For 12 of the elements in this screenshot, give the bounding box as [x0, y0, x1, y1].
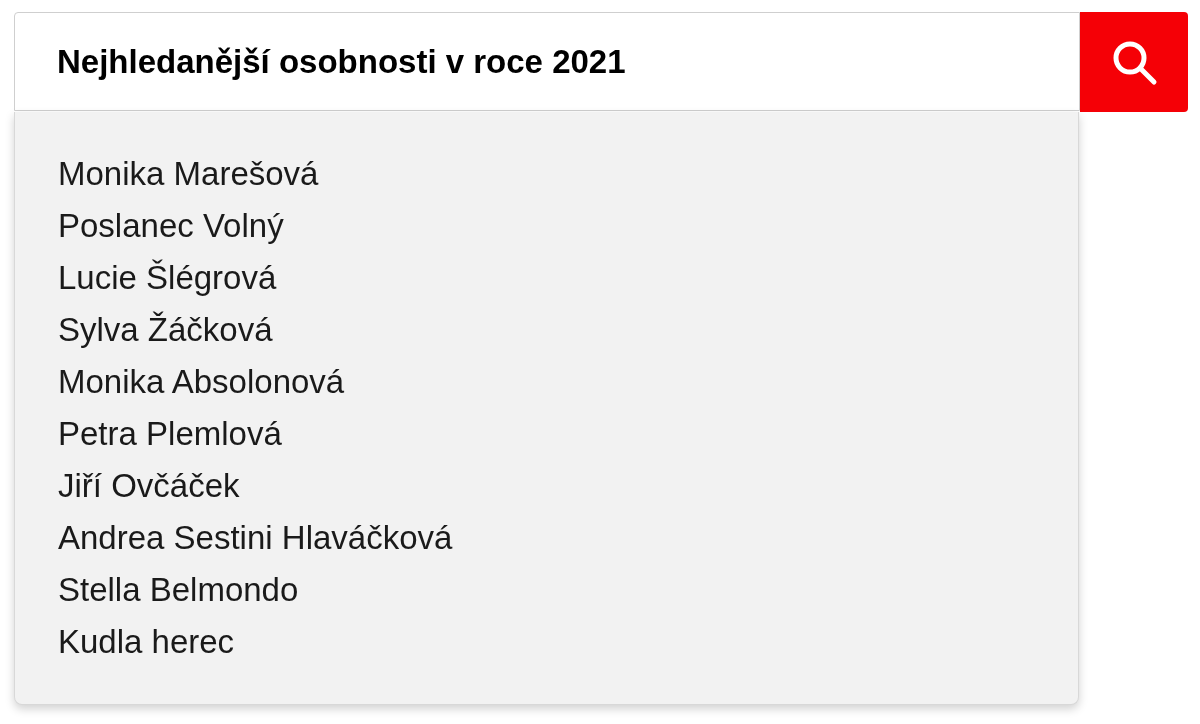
search-button[interactable] [1080, 12, 1188, 112]
suggestion-item[interactable]: Stella Belmondo [58, 564, 299, 616]
suggestion-item[interactable]: Monika Absolonová [58, 356, 345, 408]
suggestion-item[interactable]: Kudla herec [58, 616, 235, 668]
suggestion-item[interactable]: Poslanec Volný [58, 200, 284, 252]
suggestion-item[interactable]: Lucie Šlégrová [58, 252, 277, 304]
suggestion-item[interactable]: Petra Plemlová [58, 408, 282, 460]
suggestion-item[interactable]: Monika Marešová [58, 148, 319, 200]
search-field[interactable]: Nejhledanější osobnosti v roce 2021 [14, 12, 1080, 111]
suggestion-item[interactable]: Jiří Ovčáček [58, 460, 240, 512]
suggestion-item[interactable]: Andrea Sestini Hlaváčková [58, 512, 453, 564]
suggestion-item[interactable]: Sylva Žáčková [58, 304, 273, 356]
